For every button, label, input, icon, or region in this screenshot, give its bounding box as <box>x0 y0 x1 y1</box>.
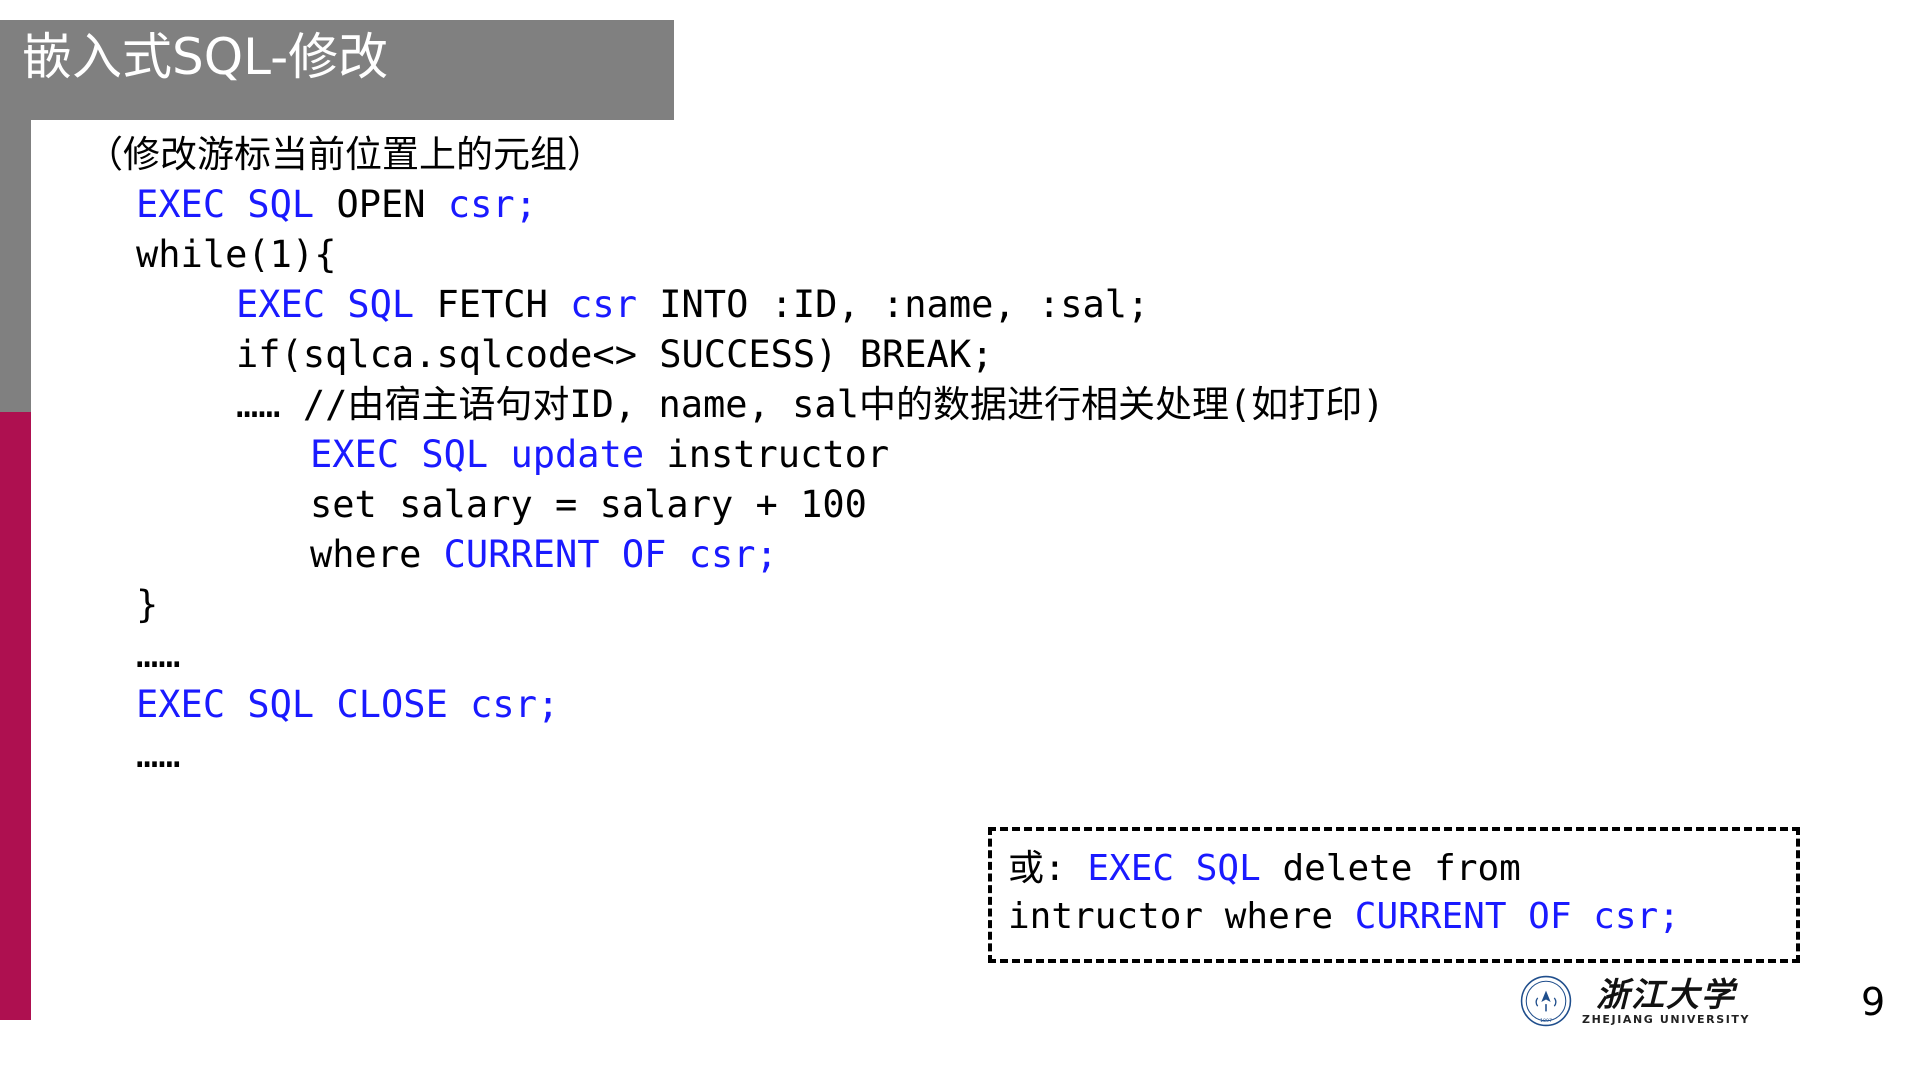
code-token: instructor <box>666 433 890 476</box>
code-token: EXEC SQL <box>1087 848 1283 889</box>
page-number: 9 <box>1861 980 1886 1024</box>
page-title: 嵌入式SQL-修改 <box>22 28 389 86</box>
code-line-dots1: …… <box>0 630 1920 680</box>
code-line-brace: } <box>0 580 1920 630</box>
code-line-where: where CURRENT OF csr; <box>0 530 1920 580</box>
code-line-fetch: EXEC SQL FETCH csr INTO :ID, :name, :sal… <box>0 280 1920 330</box>
code-line-dots2: …… <box>0 730 1920 780</box>
code-token: if(sqlca.sqlcode<> SUCCESS) BREAK; <box>236 333 994 376</box>
code-token: csr <box>570 283 660 326</box>
code-line-comment: …… //由宿主语句对ID, name, sal中的数据进行相关处理(如打印) <box>0 380 1920 430</box>
note-lines: 或: EXEC SQL delete from intructor where C… <box>992 831 1796 941</box>
code-token: } <box>136 583 159 626</box>
code-token: …… <box>136 733 181 776</box>
university-seal-icon: 1897 <box>1520 975 1572 1027</box>
subtitle-line: （修改游标当前位置上的元组） <box>86 133 604 176</box>
logo-english-name: ZHEJIANG UNIVERSITY <box>1582 1012 1751 1026</box>
logo-wordmark: 浙江大学 ZHEJIANG UNIVERSITY <box>1582 978 1750 1025</box>
svg-text:1897: 1897 <box>1540 1018 1552 1024</box>
code-line-open: EXEC SQL OPEN csr; <box>0 180 1920 230</box>
university-logo: 1897 浙江大学 ZHEJIANG UNIVERSITY <box>1520 975 1750 1027</box>
code-token: EXEC SQL CLOSE csr; <box>136 683 560 726</box>
code-line-if: if(sqlca.sqlcode<> SUCCESS) BREAK; <box>0 330 1920 380</box>
slide-canvas: 嵌入式SQL-修改 （修改游标当前位置上的元组） EXEC SQL OPEN c… <box>0 0 1920 1080</box>
code-token: intructor where <box>1008 896 1355 937</box>
code-token: 或: <box>1008 848 1088 889</box>
logo-chinese-name: 浙江大学 <box>1596 974 1737 1014</box>
code-token: csr; <box>447 183 537 226</box>
code-token: delete from <box>1282 848 1521 889</box>
code-block: （修改游标当前位置上的元组） EXEC SQL OPEN csr; while(1… <box>0 130 1920 780</box>
code-line-close: EXEC SQL CLOSE csr; <box>0 680 1920 730</box>
code-line-while: while(1){ <box>0 230 1920 280</box>
code-token: where <box>310 533 444 576</box>
code-token: EXEC SQL update <box>310 433 667 476</box>
alternative-statement-note: 或: EXEC SQL delete from intructor where C… <box>988 827 1800 963</box>
code-token: EXEC SQL <box>136 183 337 226</box>
code-line-note1: 或: EXEC SQL delete from <box>992 831 1796 893</box>
code-lines: EXEC SQL OPEN csr; while(1){EXEC SQL FETC… <box>0 180 1920 780</box>
code-token: OPEN <box>336 183 448 226</box>
code-token: CURRENT OF csr; <box>443 533 778 576</box>
code-line-set: set salary = salary + 100 <box>0 480 1920 530</box>
code-line-note2: intructor where CURRENT OF csr; <box>992 893 1796 941</box>
code-token: INTO :ID, :name, :sal; <box>659 283 1150 326</box>
code-token: …… //由宿主语句对ID, name, sal中的数据进行相关处理(如打印) <box>236 383 1385 426</box>
code-token: FETCH <box>436 283 571 326</box>
code-token: CURRENT OF csr; <box>1354 896 1680 937</box>
code-token: …… <box>136 633 181 676</box>
code-token: set salary = salary + 100 <box>310 483 867 526</box>
code-token: while(1){ <box>136 233 337 276</box>
code-line-update: EXEC SQL update instructor <box>0 430 1920 480</box>
code-token: EXEC SQL <box>236 283 437 326</box>
